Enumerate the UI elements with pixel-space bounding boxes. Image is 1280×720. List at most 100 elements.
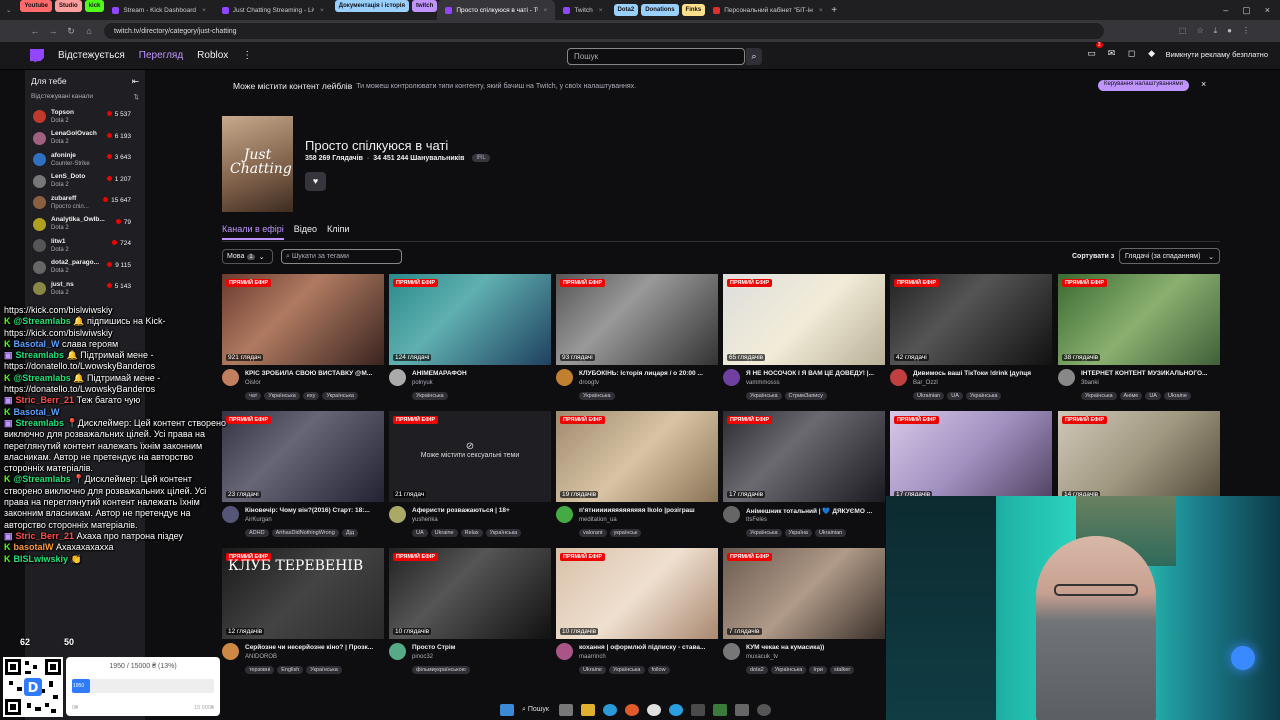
close-window-icon[interactable]: × xyxy=(1265,5,1270,16)
download-icon[interactable]: ⤓ xyxy=(1214,26,1218,36)
channel-avatar[interactable] xyxy=(1058,369,1075,386)
stream-channel[interactable]: 3banki xyxy=(1081,380,1099,386)
stream-card[interactable]: ПРЯМИЙ ЕФІР 23 глядачі Кіновечір: Чому він… xyxy=(222,411,384,546)
minimize-icon[interactable]: – xyxy=(1223,5,1228,16)
stream-tag[interactable]: Українська xyxy=(485,529,522,537)
new-tab-button[interactable]: + xyxy=(823,0,845,20)
stream-title[interactable]: п'ятниииияяяяяяяяя Ikolo |розіграш xyxy=(579,507,718,514)
start-icon[interactable] xyxy=(500,703,514,716)
stream-tag[interactable]: Українська xyxy=(746,392,782,400)
task-view-icon[interactable] xyxy=(558,703,573,716)
stream-thumbnail[interactable]: ПРЯМИЙ ЕФІР КЛУБ ТЕРЕВЕНІВ 12 глядачів xyxy=(222,548,384,639)
sidebar-channel[interactable]: litw1 Dota 2 724 xyxy=(25,235,145,257)
stream-channel[interactable]: meditation_ua xyxy=(579,517,617,523)
stream-channel[interactable]: Oislor xyxy=(245,380,261,386)
pinned-tab[interactable]: Studio xyxy=(55,0,82,12)
telegram-icon[interactable] xyxy=(668,703,683,716)
stream-tag[interactable]: Relax xyxy=(460,529,483,537)
stream-title[interactable]: ІНТЕРНЕТ КОНТЕНТ МУЗИКАЛЬНОГО... xyxy=(1081,370,1220,377)
search-input[interactable]: Пошук xyxy=(567,48,745,65)
channel-avatar[interactable] xyxy=(723,643,740,660)
firefox-icon[interactable] xyxy=(624,703,639,716)
stream-channel[interactable]: polnyuk xyxy=(412,380,433,386)
channel-avatar[interactable] xyxy=(389,369,406,386)
taskbar-search[interactable]: ⌕ Пошук xyxy=(522,706,549,714)
stream-title[interactable]: Аферисти розважаються | 18+ xyxy=(412,507,551,514)
stream-tag[interactable]: dota2 xyxy=(746,666,768,674)
stream-title[interactable]: кохання | оформлюй підписку - става... xyxy=(579,644,718,651)
stream-tag[interactable]: Українська xyxy=(306,666,342,674)
forward-icon[interactable]: → xyxy=(44,26,62,36)
stream-thumbnail[interactable]: ПРЯМИЙ ЕФІР 17 глядачів xyxy=(723,411,885,502)
stream-tag[interactable]: valorant xyxy=(579,529,607,537)
channel-avatar[interactable] xyxy=(556,369,573,386)
stream-tag[interactable]: Дід xyxy=(341,529,358,537)
stream-thumbnail[interactable]: ПРЯМИЙ ЕФІР 124 глядачі xyxy=(389,274,551,365)
stream-channel[interactable]: vammmosss xyxy=(746,380,780,386)
stream-card[interactable]: ПРЯМИЙ ЕФІР 7 глядачів КУМ чекає на кумаси… xyxy=(723,548,885,683)
pinned-tab[interactable]: Youtube xyxy=(20,0,53,12)
stream-tag[interactable]: Українська xyxy=(770,666,807,674)
nav-following[interactable]: Відстежується xyxy=(58,50,125,61)
stream-card[interactable]: ПРЯМИЙ ЕФІР 17 глядачів Анімешник тотальни… xyxy=(723,411,885,546)
stream-title[interactable]: Анімешник тотальний | 💙 ДЯКУЄМО ... xyxy=(746,507,885,515)
sidebar-channel[interactable]: zubareff Просто спіл... 15 647 xyxy=(25,192,145,214)
app-icon-2[interactable] xyxy=(734,703,749,716)
stream-tag[interactable]: Ukraine xyxy=(579,666,606,674)
stream-card[interactable]: ПРЯМИЙ ЕФІР 38 глядачів ІНТЕРНЕТ КОНТЕНТ М… xyxy=(1058,274,1220,409)
stream-tag[interactable]: терзовні xyxy=(245,666,275,674)
reload-icon[interactable]: ↻ xyxy=(62,26,80,37)
stream-tag[interactable]: Українська xyxy=(608,666,645,674)
chrome-icon[interactable] xyxy=(646,703,661,716)
nav-more-icon[interactable]: ⋮ xyxy=(242,50,252,61)
stream-tag[interactable]: СтримЗапису xyxy=(784,392,827,400)
sidebar-channel[interactable]: LenS_Doto Dota 2 1 207 xyxy=(25,171,145,193)
stream-thumbnail[interactable]: ПРЯМИЙ ЕФІР 23 глядачі xyxy=(222,411,384,502)
stream-tag[interactable]: Ukrainian xyxy=(814,529,847,537)
edge-icon[interactable] xyxy=(602,703,617,716)
stream-card[interactable]: ПРЯМИЙ ЕФІР 921 глядач КРІС ЗРОБИЛА СВОЮ В… xyxy=(222,274,384,409)
stream-tag[interactable]: Українська xyxy=(965,392,1002,400)
stream-tag[interactable]: Ukrainian xyxy=(913,392,945,400)
prime-icon[interactable]: ◻ xyxy=(1126,48,1138,60)
stream-tag[interactable]: UA xyxy=(947,392,963,400)
sidebar-channel[interactable]: just_ns Dota 2 5 143 xyxy=(25,278,145,300)
sort-select[interactable]: Глядачі (за спаданням) ⌄ xyxy=(1119,248,1220,264)
channel-avatar[interactable] xyxy=(723,369,740,386)
language-filter[interactable]: Мова 1 ⌄ xyxy=(222,249,273,264)
stream-title[interactable]: Кіновечір: Чому він?(2016) Старт: 18:... xyxy=(245,507,384,514)
app-icon-3[interactable] xyxy=(756,703,771,716)
stream-tag[interactable]: Українська xyxy=(264,392,300,400)
stream-tag[interactable]: ArthasDidNothingWrong xyxy=(271,529,339,537)
stream-title[interactable]: Я НЕ НОСОЧОК І Я ВАМ ЦЕ ДОВЕДУ! |... xyxy=(746,370,885,377)
sidebar-channel[interactable]: Topson Dota 2 5 537 xyxy=(25,106,145,128)
sidebar-channel[interactable]: LenaGolOvach Dota 2 6 193 xyxy=(25,128,145,150)
stream-card[interactable]: ПРЯМИЙ ЕФІР 42 глядачі Дивимось ваші ТікТо… xyxy=(890,274,1052,409)
pinned-tab[interactable]: twitch xyxy=(411,0,438,12)
stream-tag[interactable]: stalker xyxy=(829,666,855,674)
nav-browse[interactable]: Перегляд xyxy=(139,50,183,61)
manage-settings-button[interactable]: Керування налаштуваннями xyxy=(1098,80,1190,91)
stream-tag[interactable]: Українська xyxy=(412,392,448,400)
stream-thumbnail[interactable]: ПРЯМИЙ ЕФІР 19 глядачів xyxy=(556,411,718,502)
stream-channel[interactable]: AirKurgan xyxy=(245,517,272,523)
tab-videos[interactable]: Відео xyxy=(294,224,317,240)
nav-roblox[interactable]: Roblox xyxy=(197,50,228,61)
obs-icon[interactable] xyxy=(690,703,705,716)
extensions-icon[interactable]: ⬚ xyxy=(1179,26,1187,36)
follow-heart-button[interactable]: ♥ xyxy=(305,172,326,191)
stream-tag[interactable]: Ігри xyxy=(809,666,827,674)
stream-card[interactable]: ПРЯМИЙ ЕФІР КЛУБ ТЕРЕВЕНІВ 12 глядачів Серй… xyxy=(222,548,384,683)
profile-icon[interactable]: ● xyxy=(1227,26,1232,36)
stream-card[interactable]: ПРЯМИЙ ЕФІР 124 глядачі АНІМЕМАРАФОН polnyu… xyxy=(389,274,551,409)
browser-tab[interactable]: Just Chatting Streaming - Live S × xyxy=(214,0,332,20)
close-notice-icon[interactable]: × xyxy=(1201,79,1206,89)
stream-channel[interactable]: droogtv xyxy=(579,380,599,386)
collapse-sidebar-icon[interactable]: ⇤ xyxy=(132,76,139,87)
stream-tag[interactable]: UA xyxy=(1145,392,1161,400)
tag-search-input[interactable]: ⌕ Шукати за тегами xyxy=(281,249,402,264)
stream-tag[interactable]: чат xyxy=(245,392,262,400)
stream-tag[interactable]: Україна xyxy=(784,529,812,537)
search-button[interactable]: ⌕ xyxy=(746,48,762,65)
sidebar-channel[interactable]: Analytika_Owlb... Dota 2 79 xyxy=(25,214,145,236)
